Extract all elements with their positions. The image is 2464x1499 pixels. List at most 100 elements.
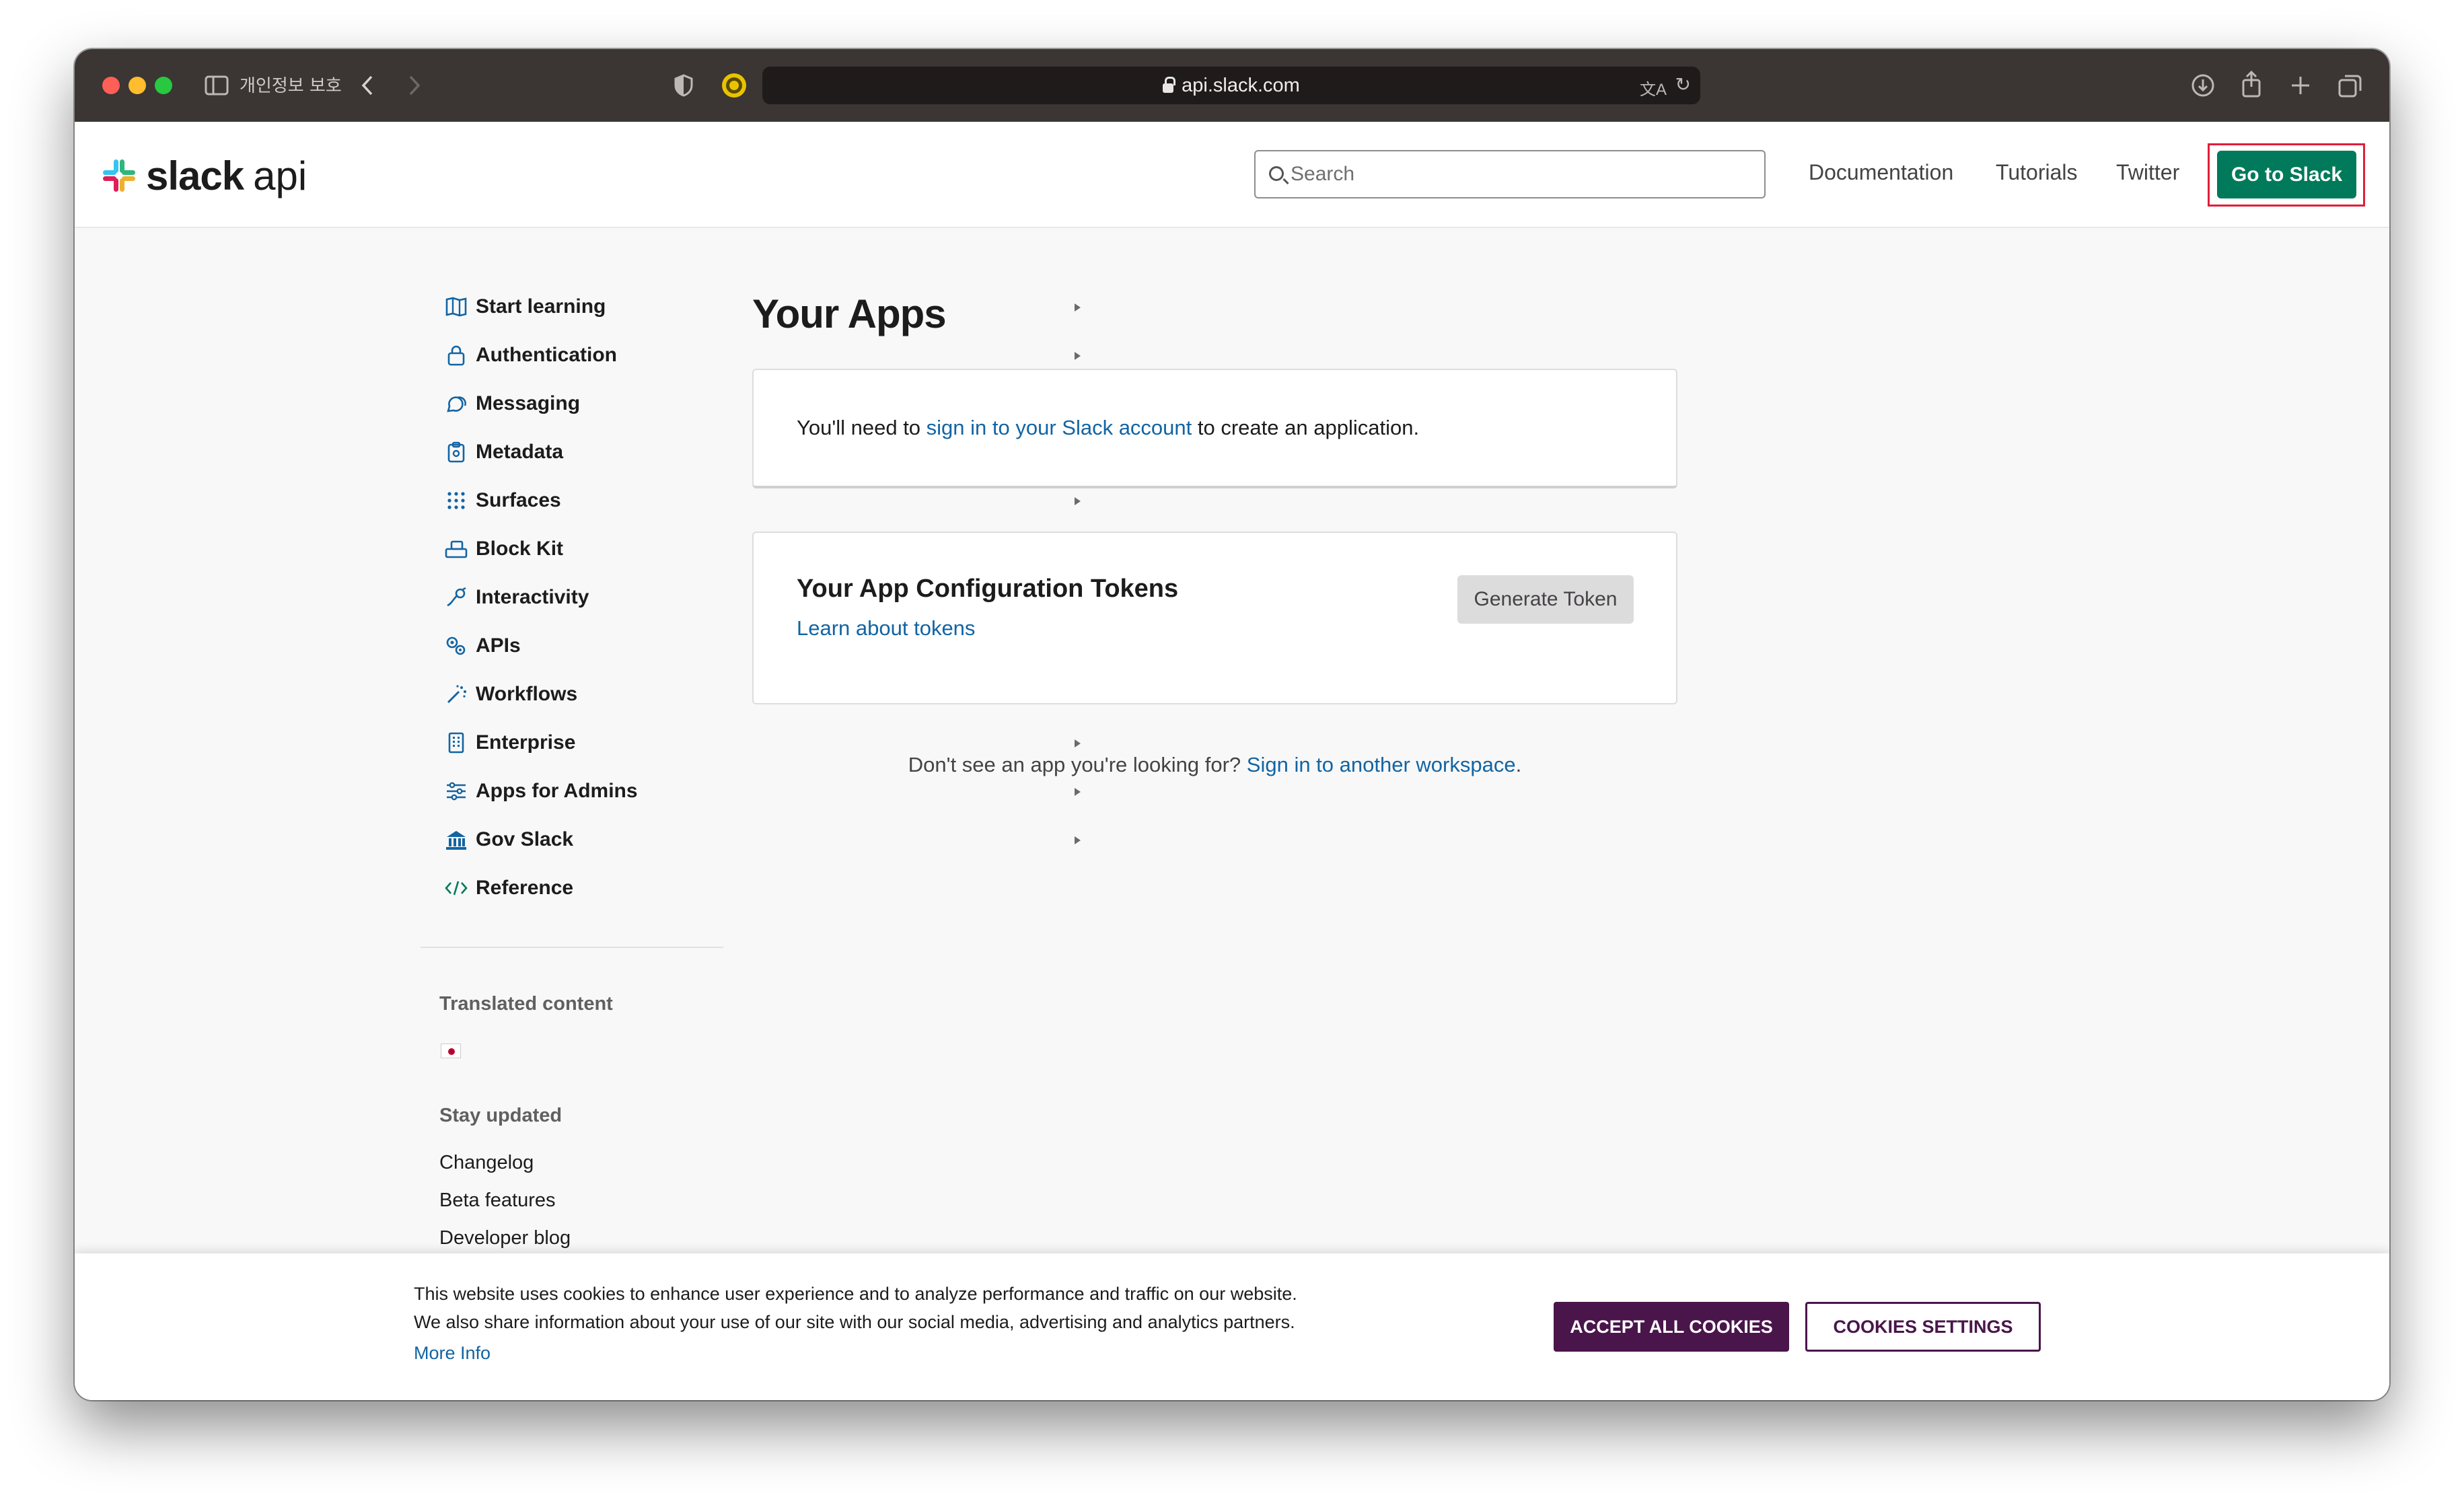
cookies-settings-button[interactable]: COOKIES SETTINGS: [1805, 1302, 2041, 1352]
slack-api-logo[interactable]: slack api: [100, 153, 307, 198]
signin-message: You'll need to sign in to your Slack acc…: [797, 416, 1419, 440]
pointer-icon: [445, 586, 468, 609]
chevron-right-icon: [1075, 788, 1081, 796]
tokens-title: Your App Configuration Tokens: [797, 575, 1179, 603]
shield-icon[interactable]: [670, 72, 697, 99]
blocks-icon: [445, 538, 468, 560]
page-title: Your Apps: [752, 291, 947, 336]
forward-chevron-icon[interactable]: [404, 72, 425, 99]
gears-icon: [445, 634, 468, 657]
sidebar-item-label: Surfaces: [476, 489, 561, 511]
browser-titlebar: 개인정보 보호 api.slack.com 文A ↻: [75, 49, 2389, 122]
sidebar-item-label: Workflows: [476, 683, 578, 705]
go-to-slack-button[interactable]: Go to Slack: [2217, 151, 2356, 198]
chevron-right-icon: [1075, 739, 1081, 747]
cookie-banner: This website uses cookies to enhance use…: [75, 1253, 2389, 1400]
sidebar-item-interactivity[interactable]: Interactivity: [438, 577, 1081, 618]
magic-wand-icon: [445, 683, 468, 706]
close-window-button[interactable]: [102, 77, 120, 94]
reload-icon[interactable]: ↻: [1675, 73, 1691, 96]
map-icon: [445, 295, 468, 318]
tokens-card: Your App Configuration Tokens Learn abou…: [752, 532, 1677, 704]
sidebar-toggle-icon[interactable]: [204, 73, 229, 98]
sidebar-item-enterprise[interactable]: Enterprise: [438, 723, 1081, 763]
search-input[interactable]: Search: [1254, 150, 1766, 198]
sidebar-item-label: APIs: [476, 634, 521, 657]
cookie-text-line-2: We also share information about your use…: [414, 1312, 1295, 1332]
zoom-window-button[interactable]: [155, 77, 172, 94]
sidebar-item-gov-slack[interactable]: Gov Slack: [438, 819, 1081, 860]
address-bar[interactable]: api.slack.com 文A ↻: [762, 67, 1700, 104]
chat-bubbles-icon: [445, 392, 468, 415]
sidebar-item-label: Reference: [476, 877, 574, 899]
sidebar-item-block-kit[interactable]: Block Kit: [438, 529, 1081, 569]
logo-api-suffix: api: [253, 153, 307, 198]
browser-window: 개인정보 보호 api.slack.com 文A ↻ slack api Sea…: [75, 49, 2389, 1400]
sidebar-item-authentication[interactable]: Authentication: [438, 335, 1081, 375]
sidebar-item-label: Gov Slack: [476, 828, 574, 850]
signin-link[interactable]: sign in to your Slack account: [927, 416, 1192, 439]
generate-token-button[interactable]: Generate Token: [1457, 575, 1634, 624]
building-icon: [445, 731, 468, 754]
signin-prefix: You'll need to: [797, 416, 927, 439]
sidebar-item-start-learning[interactable]: Start learning: [438, 287, 1081, 327]
lock-icon: [1163, 77, 1176, 93]
beta-features-link[interactable]: Beta features: [439, 1190, 556, 1212]
sidebar-divider: [421, 947, 723, 948]
signin-suffix: to create an application.: [1192, 416, 1420, 439]
dontsee-suffix: .: [1515, 753, 1522, 776]
developer-blog-link[interactable]: Developer blog: [439, 1227, 571, 1249]
chevron-right-icon: [1075, 303, 1081, 312]
screenshot-stage: 개인정보 보호 api.slack.com 文A ↻ slack api Sea…: [0, 0, 2464, 1499]
grid-dots-icon: [445, 489, 468, 512]
sidebar-item-label: Metadata: [476, 441, 564, 463]
clipboard-icon: [445, 441, 468, 464]
translate-icon[interactable]: 文A: [1640, 76, 1667, 100]
chevron-right-icon: [1075, 352, 1081, 360]
dontsee-prefix: Don't see an app you're looking for?: [908, 753, 1247, 776]
government-icon: [445, 828, 468, 851]
sidebar-item-label: Block Kit: [476, 538, 564, 560]
sidebar-item-reference[interactable]: Reference: [438, 868, 734, 908]
sidebar-item-label: Enterprise: [476, 731, 576, 754]
sidebar-item-label: Start learning: [476, 295, 606, 318]
new-tab-icon[interactable]: [2286, 71, 2315, 100]
changelog-link[interactable]: Changelog: [439, 1152, 534, 1174]
sidebar-item-workflows[interactable]: Workflows: [438, 674, 1081, 715]
sidebar-item-metadata[interactable]: Metadata: [438, 432, 1081, 472]
learn-about-tokens-link[interactable]: Learn about tokens: [797, 616, 975, 641]
chevron-right-icon: [1075, 497, 1081, 505]
sidebar-item-apis[interactable]: APIs: [438, 626, 1081, 666]
search-icon: [1269, 166, 1284, 181]
sign-in-another-workspace-link[interactable]: Sign in to another workspace: [1247, 753, 1516, 776]
accept-all-cookies-button[interactable]: ACCEPT ALL COOKIES: [1554, 1302, 1789, 1352]
sidebar-item-messaging[interactable]: Messaging: [438, 383, 1081, 424]
sidebar-item-apps-for-admins[interactable]: Apps for Admins: [438, 771, 1081, 811]
code-icon: [445, 877, 468, 900]
sidebar-item-surfaces[interactable]: Surfaces: [438, 480, 1081, 521]
japan-flag-icon[interactable]: [441, 1044, 461, 1058]
nav-tutorials[interactable]: Tutorials: [1996, 160, 2078, 185]
minimize-window-button[interactable]: [129, 77, 146, 94]
chevron-right-icon: [1075, 836, 1081, 844]
nav-twitter[interactable]: Twitter: [2116, 160, 2179, 185]
download-icon[interactable]: [2188, 71, 2218, 100]
lock-icon: [445, 344, 468, 367]
logo-wordmark: slack: [146, 153, 244, 198]
more-info-link[interactable]: More Info: [414, 1343, 491, 1364]
slack-logo-icon: [103, 159, 135, 192]
site-header: slack api Search Documentation Tutorials…: [75, 122, 2389, 228]
privacy-report-label[interactable]: 개인정보 보호: [240, 72, 342, 97]
search-placeholder: Search: [1291, 163, 1355, 185]
sidebar-item-label: Apps for Admins: [476, 780, 638, 802]
nav-documentation[interactable]: Documentation: [1809, 160, 1953, 185]
sidebar-item-label: Messaging: [476, 392, 581, 414]
back-chevron-icon[interactable]: [357, 72, 377, 99]
other-workspace-message: Don't see an app you're looking for? Sig…: [752, 753, 1677, 777]
url-text: api.slack.com: [1182, 74, 1300, 96]
share-icon[interactable]: [2237, 68, 2266, 100]
sidebar-item-label: Authentication: [476, 344, 617, 366]
stay-updated-heading: Stay updated: [439, 1105, 563, 1126]
tab-overview-icon[interactable]: [2335, 71, 2365, 100]
extension-icon[interactable]: [719, 71, 749, 100]
